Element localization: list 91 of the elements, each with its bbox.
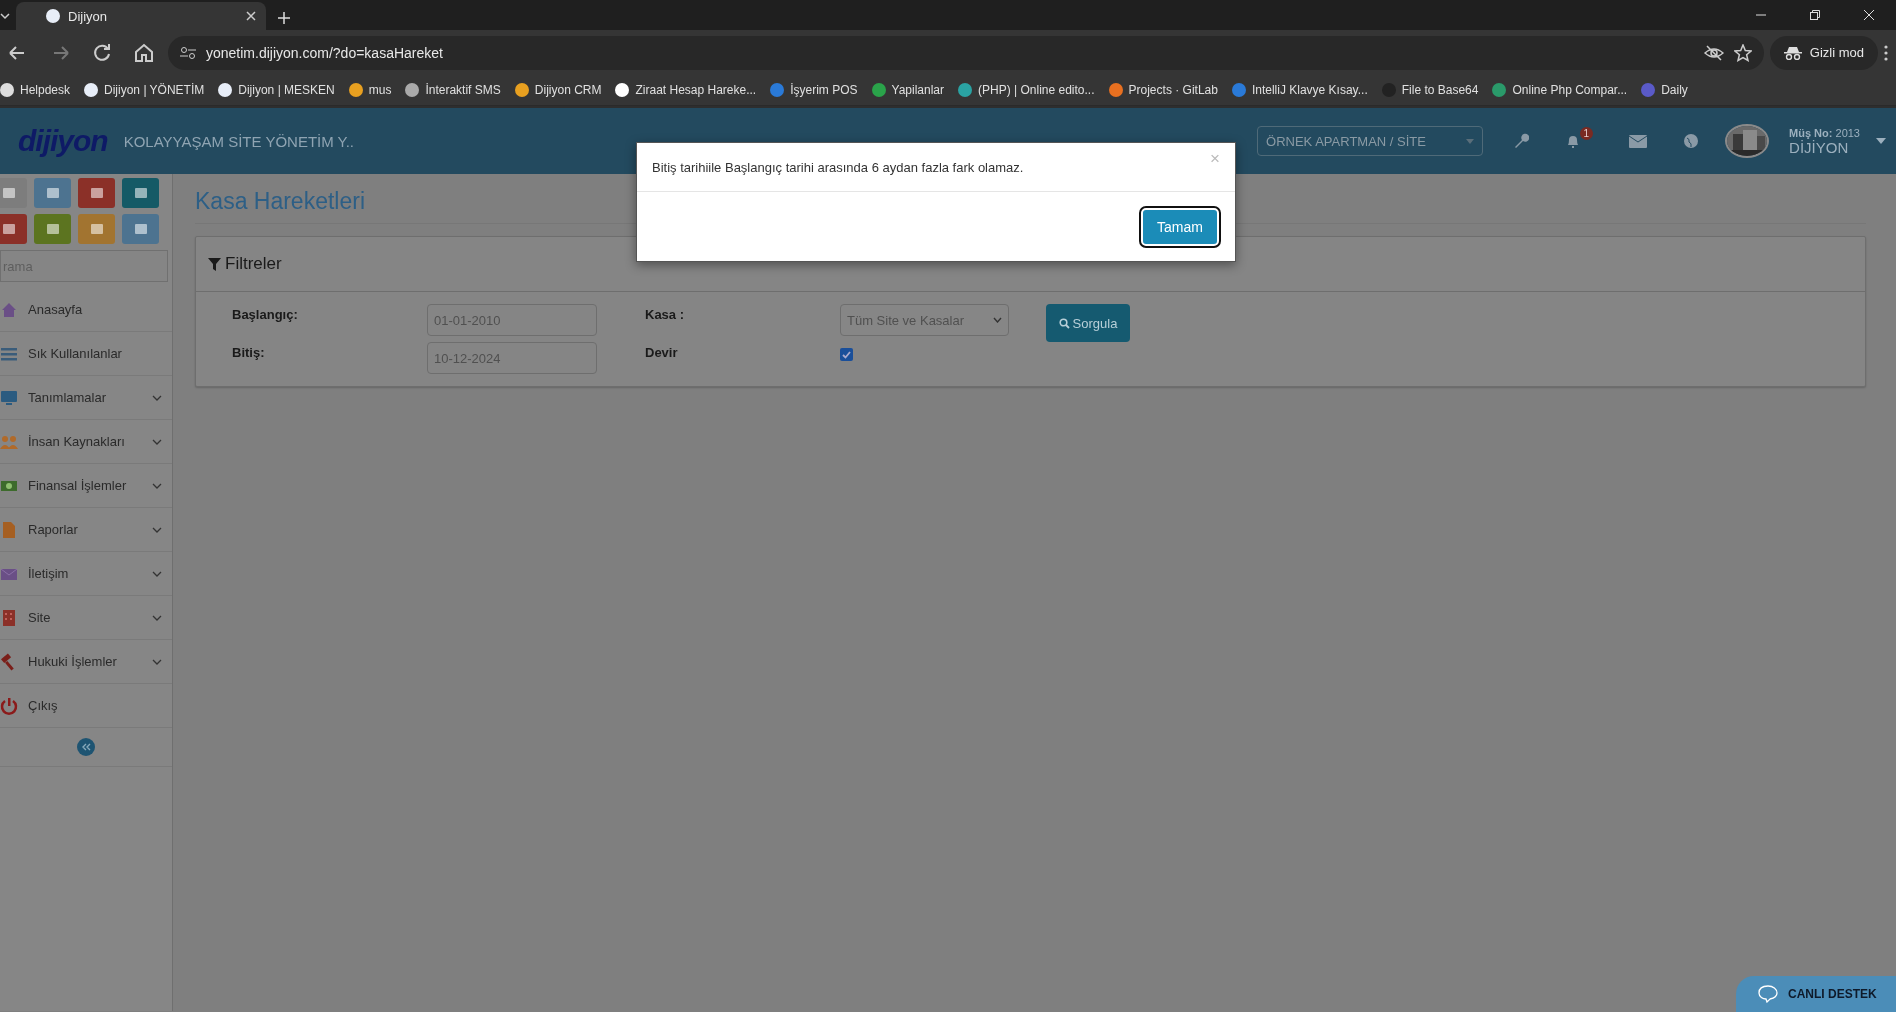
tile-icon — [46, 188, 59, 198]
menu-icon[interactable] — [1884, 44, 1888, 61]
bookmark[interactable]: Helpdesk — [0, 83, 71, 97]
field-label: Kasa : — [645, 306, 686, 322]
bookmark[interactable]: Ziraat Hesap Hareke... — [615, 83, 757, 97]
incognito-icon — [1783, 45, 1802, 60]
tile-icon — [46, 224, 59, 234]
incognito-button[interactable]: Gizli mod — [1769, 35, 1878, 70]
category-icon — [0, 388, 18, 407]
search-icon — [1058, 317, 1070, 329]
address-bar[interactable]: yonetim.dijiyon.com/?do=kasaHareket — [168, 35, 1764, 70]
tile-icon — [134, 188, 147, 198]
eye-off-icon[interactable] — [1703, 44, 1724, 61]
chevron-icon — [152, 570, 162, 577]
bookmark[interactable]: mus — [348, 83, 392, 97]
notification-badge: 1 — [1579, 127, 1594, 140]
menu-item[interactable]: Tanımlamalar — [0, 376, 172, 420]
shortcut-tile[interactable] — [34, 214, 71, 244]
speech-bubble-icon — [1758, 985, 1778, 1003]
bookmark[interactable]: IntelliJ Klavye Kısay... — [1231, 83, 1368, 97]
chevron-icon — [152, 394, 162, 401]
shortcut-tile[interactable] — [122, 214, 159, 244]
bookmark[interactable]: Dijiyon | YÖNETİM — [84, 83, 205, 97]
category-icon — [0, 696, 18, 715]
menu-item[interactable]: Anasayfa — [0, 288, 172, 332]
tile-icon — [2, 224, 15, 234]
bookmark[interactable]: Yapilanlar — [871, 83, 945, 97]
collapse-button[interactable] — [77, 738, 95, 756]
menu-item[interactable]: Hukuki İşlemler — [0, 640, 172, 684]
chevron-icon — [152, 614, 162, 621]
panel-title: Filtreler — [225, 254, 282, 274]
dialog-message: Bitiş tarihiile Başlangıç tarihi arasında 6 aydan fazla fark olamaz. — [652, 159, 1025, 175]
menu-item[interactable]: Site — [0, 596, 172, 640]
shortcut-tile[interactable] — [122, 178, 159, 208]
live-support-button[interactable]: CANLI DESTEK — [1736, 976, 1896, 1012]
field-label: Bitiş: — [232, 344, 266, 360]
bookmark[interactable]: İnteraktif SMS — [405, 83, 501, 97]
shortcut-tile[interactable] — [34, 178, 71, 208]
bookmark[interactable]: (PHP) | Online edito... — [958, 83, 1095, 97]
devir-checkbox[interactable] — [840, 348, 853, 361]
star-icon[interactable] — [1733, 43, 1752, 62]
site-settings-icon[interactable] — [180, 45, 196, 60]
bookmark[interactable]: İşyerim POS — [770, 83, 858, 97]
favicon-icon — [46, 9, 60, 23]
tile-icon — [134, 224, 147, 234]
tile-icon — [90, 224, 103, 234]
chevron-icon — [152, 482, 162, 489]
category-icon — [0, 608, 18, 627]
site-name: KOLAYYAŞAM SİTE YÖNETİM Y.. — [123, 132, 356, 150]
shortcut-tile[interactable] — [78, 214, 115, 244]
bookmark[interactable]: Dijiyon CRM — [514, 83, 602, 97]
chevron-icon — [152, 526, 162, 533]
new-tab-icon[interactable] — [278, 12, 290, 24]
bookmark[interactable]: Dijiyon | MESKEN — [218, 83, 335, 97]
category-icon — [0, 300, 18, 319]
menu-item[interactable]: Finansal İşlemler — [0, 464, 172, 508]
filter-icon — [208, 257, 221, 271]
bookmark[interactable]: Online Php Compar... — [1492, 83, 1628, 97]
bookmark[interactable]: File to Base64 — [1381, 83, 1479, 97]
customer-number: Müş No: 2013 — [1789, 126, 1860, 139]
browser-tab[interactable]: Dijiyon — [16, 2, 266, 30]
category-icon — [0, 520, 18, 539]
menu-item[interactable]: Çıkış — [0, 684, 172, 728]
site-select[interactable]: ÖRNEK APARTMAN / SİTE — [1257, 126, 1484, 156]
field-label: Devir — [645, 344, 679, 360]
user-name[interactable]: DİJİYON — [1789, 138, 1860, 156]
menu-item[interactable]: İnsan Kaynakları — [0, 420, 172, 464]
menu-item[interactable]: Raporlar — [0, 508, 172, 552]
field-label: Başlangıç: — [232, 306, 299, 322]
bookmark[interactable]: Projects · GitLab — [1108, 83, 1218, 97]
chevron-icon — [152, 438, 162, 445]
double-chevron-icon — [81, 743, 91, 751]
chevron-icon — [152, 658, 162, 665]
caret-icon[interactable] — [1876, 138, 1886, 144]
ok-button[interactable]: Tamam — [1141, 207, 1219, 246]
shortcut-tile[interactable] — [78, 178, 115, 208]
shortcut-tile[interactable] — [0, 178, 27, 208]
query-button[interactable]: Sorgula — [1046, 304, 1130, 342]
globe-icon[interactable] — [1683, 133, 1700, 149]
shortcut-tile[interactable] — [0, 214, 27, 244]
caret-icon — [1466, 138, 1475, 144]
menu-item[interactable]: İletişim — [0, 552, 172, 596]
tile-icon — [90, 188, 103, 198]
bookmark[interactable]: Daily — [1641, 83, 1688, 97]
restore-icon[interactable] — [1810, 10, 1820, 20]
envelope-icon[interactable] — [1629, 134, 1648, 148]
menu-item[interactable]: Sık Kullanılanlar — [0, 332, 172, 376]
chevron-icon — [993, 317, 1002, 323]
close-icon[interactable] — [1864, 10, 1874, 20]
tile-icon — [2, 188, 15, 198]
close-icon[interactable] — [246, 11, 256, 21]
